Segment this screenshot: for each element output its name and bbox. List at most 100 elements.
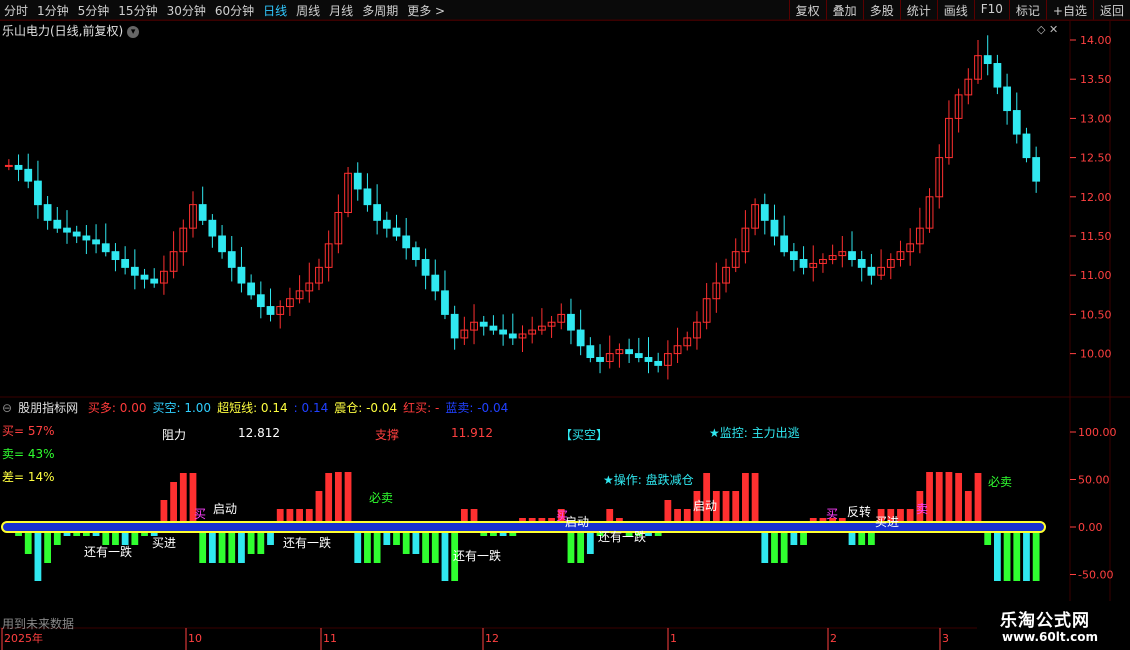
candle-body bbox=[479, 321, 488, 327]
candle-body bbox=[1003, 86, 1011, 112]
price-tick-label: 10.00 bbox=[1080, 348, 1112, 361]
candle-body bbox=[63, 227, 71, 233]
candle-body bbox=[625, 349, 633, 355]
indicator-bar bbox=[955, 473, 963, 527]
indicator-bar bbox=[751, 473, 759, 527]
indicator-name[interactable]: 股朋指标网 bbox=[18, 401, 78, 415]
signal-annotation: 买 bbox=[556, 509, 568, 523]
indicator-bar bbox=[179, 473, 187, 527]
candle-body bbox=[101, 243, 110, 253]
candle-body bbox=[848, 251, 856, 261]
indicator-bar bbox=[170, 482, 177, 527]
signal-annotation: 买 bbox=[194, 507, 206, 521]
candle-body bbox=[92, 239, 100, 245]
signal-annotation: 买进 bbox=[875, 515, 899, 529]
indicator-bar bbox=[334, 472, 342, 527]
candle-body bbox=[644, 357, 653, 362]
operation-text: ★操作: 盘跌减仓 bbox=[603, 473, 694, 487]
candle-body bbox=[586, 345, 595, 359]
price-tick-label: 10.50 bbox=[1080, 308, 1112, 321]
monitor-text: ★监控: 主力出逃 bbox=[709, 426, 800, 440]
candle-body bbox=[72, 231, 81, 237]
candle-body bbox=[412, 247, 420, 261]
indicator-bar bbox=[325, 473, 333, 527]
candle-body bbox=[654, 360, 663, 366]
candle-body bbox=[208, 219, 217, 237]
signal-annotation: 还有一跌 bbox=[283, 535, 331, 550]
candle-body bbox=[431, 274, 440, 292]
indicator-field-4: 震仓: -0.04 bbox=[334, 401, 398, 415]
support-value: 11.912 bbox=[451, 426, 493, 440]
candle-body bbox=[634, 353, 643, 359]
candle-body bbox=[789, 251, 798, 261]
candle-body bbox=[421, 259, 430, 276]
indicator-field-0: 买多: 0.00 bbox=[87, 401, 147, 415]
time-axis-label: 3 bbox=[942, 632, 949, 645]
resistance-label: 阻力 bbox=[162, 428, 187, 442]
time-axis-label: 2 bbox=[830, 632, 837, 645]
candle-body bbox=[489, 325, 498, 331]
candle-body bbox=[140, 274, 149, 280]
kline-chart[interactable]: 14.00 13.50 13.00 12.50 12.00 11.50 11.00 10.50… bbox=[0, 0, 1130, 650]
future-data-note: 用到未来数据 bbox=[2, 617, 75, 631]
status-badge: 【买空】 bbox=[560, 428, 609, 442]
indicator-toggle-icon[interactable]: ⊖ bbox=[2, 401, 12, 415]
candle-body bbox=[198, 204, 207, 221]
time-axis-label: 1 bbox=[670, 632, 677, 645]
indicator-field-3: : 0.14 bbox=[293, 401, 329, 415]
indicator-field-6: 蓝卖: -0.04 bbox=[445, 401, 509, 415]
price-tick-label: 11.50 bbox=[1080, 230, 1112, 243]
indicator-field-2: 超短线: 0.14 bbox=[217, 401, 288, 415]
indicator-bar bbox=[1003, 527, 1011, 581]
candle-body bbox=[799, 259, 808, 268]
candle-body bbox=[111, 251, 120, 261]
indicator-bar bbox=[926, 472, 933, 527]
candle-body bbox=[150, 278, 159, 284]
time-axis-label: 12 bbox=[485, 632, 499, 645]
diff-percent: 差= 14% bbox=[2, 470, 55, 484]
candle-body bbox=[256, 294, 265, 308]
signal-annotation: 必卖 bbox=[369, 491, 393, 505]
time-axis-label: 10 bbox=[188, 632, 202, 645]
candle-body bbox=[227, 251, 236, 268]
candle-body bbox=[130, 266, 139, 276]
candle-body bbox=[43, 204, 52, 221]
signal-annotation: 还有一跌 bbox=[453, 548, 501, 563]
price-tick-label: 13.00 bbox=[1080, 112, 1112, 125]
candle-body bbox=[770, 219, 779, 237]
signal-annotation: 买 bbox=[826, 507, 838, 521]
candle-body bbox=[82, 235, 91, 241]
indicator-bar bbox=[34, 527, 42, 581]
indicator-field-1: 买空: 1.00 bbox=[152, 401, 212, 415]
signal-annotation: 还有一跌 bbox=[598, 529, 646, 544]
candle-body bbox=[53, 219, 62, 229]
candle-body bbox=[596, 357, 604, 362]
signal-annotation: 卖 bbox=[916, 502, 928, 516]
time-axis-label: 2025年 bbox=[4, 631, 43, 645]
watermark-title: 乐淘公式网 bbox=[1000, 611, 1090, 631]
price-tick-label: 12.00 bbox=[1080, 191, 1112, 204]
indicator-bar bbox=[1032, 527, 1040, 581]
price-tick-label: 14.00 bbox=[1080, 34, 1112, 47]
candle-body bbox=[353, 172, 362, 190]
candle-body bbox=[402, 235, 411, 249]
indicator-bar bbox=[742, 473, 749, 527]
candle-body bbox=[867, 266, 876, 276]
candle-body bbox=[24, 168, 33, 182]
signal-annotation: 买进 bbox=[152, 536, 176, 550]
candle-body bbox=[450, 313, 459, 339]
candle-body bbox=[857, 259, 866, 268]
candle-body bbox=[392, 227, 401, 237]
indicator-tick-label: -50.00 bbox=[1078, 569, 1113, 582]
candle-body bbox=[441, 290, 449, 315]
indicator-bar bbox=[1013, 527, 1021, 581]
signal-annotation: 必卖 bbox=[988, 475, 1012, 489]
candle-body bbox=[373, 204, 382, 221]
price-tick-label: 13.50 bbox=[1080, 73, 1112, 86]
candle-body bbox=[993, 63, 1002, 88]
candle-body bbox=[4, 164, 13, 167]
indicator-tick-label: 0.00 bbox=[1078, 521, 1103, 534]
candle-body bbox=[760, 204, 769, 221]
candle-body bbox=[34, 180, 42, 206]
candle-body bbox=[382, 219, 391, 229]
